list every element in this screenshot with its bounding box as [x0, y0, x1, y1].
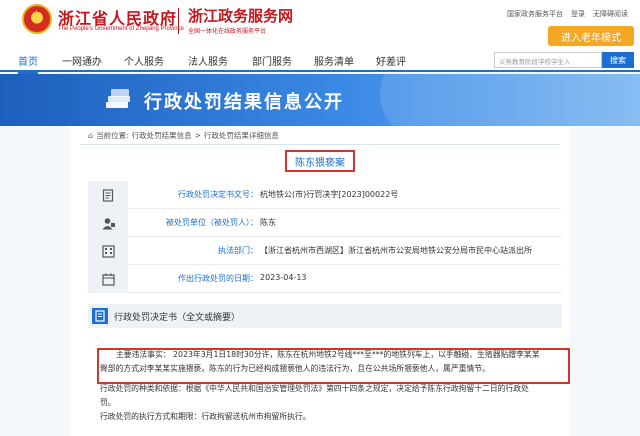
info-label: 执法部门：: [218, 246, 258, 255]
breadcrumb-divider: [80, 144, 560, 145]
info-row-date: 作出行政处罚的日期： 2023-04-13: [88, 265, 562, 293]
info-row-department: 执法部门： 【浙江省杭州市西湖区】浙江省杭州市公安局地铁公安分局市民中心站派出所: [88, 237, 562, 265]
nav-one-stop[interactable]: 一网通办: [62, 53, 102, 68]
document-icon: [88, 181, 128, 209]
page-banner: 行政处罚结果信息公开: [0, 74, 640, 126]
search-button[interactable]: 搜索: [602, 52, 634, 68]
document-stack-icon: [106, 89, 130, 108]
nav-personal[interactable]: 个人服务: [124, 53, 164, 68]
top-header: 浙江省人民政府 The People's Government of Zheji…: [0, 0, 640, 48]
service-name[interactable]: 浙江政务服务网: [188, 5, 293, 26]
nav-service-list[interactable]: 服务清单: [314, 53, 354, 68]
breadcrumb-prefix: 当前位置:: [96, 131, 129, 140]
elder-mode-button[interactable]: 进入老年模式: [548, 26, 634, 46]
decision-line-4: 罚。: [100, 398, 116, 407]
content-card: ⌂ 当前位置: 行政处罚结果信息 > 行政处罚结果详细信息 陈东猥亵案 行政处罚…: [70, 126, 570, 436]
decision-line-5: 行政处罚的执行方式和期限：行政拘留送杭州市拘留所执行。: [100, 412, 311, 421]
link-accessible[interactable]: 无障碍阅读: [593, 9, 628, 19]
info-value: 陈东: [260, 218, 276, 227]
link-login[interactable]: 登录: [571, 9, 585, 19]
breadcrumb-item-results[interactable]: 行政处罚结果信息: [132, 130, 192, 141]
document-icon: [92, 308, 108, 324]
info-row-party: 被处罚单位（被处罚人）： 陈东: [88, 209, 562, 237]
gov-subtitle: The People's Government of Zhejiang Prov…: [58, 26, 184, 32]
person-icon: [88, 209, 128, 237]
info-label: 行政处罚决定书文号：: [178, 190, 258, 199]
banner-title: 行政处罚结果信息公开: [144, 92, 344, 113]
decision-line-3: 行政处罚的种类和依据：根据《中华人民共和国治安管理处罚法》第四十四条之规定，决定…: [100, 384, 529, 393]
nav-rating[interactable]: 好差评: [376, 53, 406, 68]
home-icon: ⌂: [88, 131, 94, 140]
decision-section-header: 行政处罚决定书（全文或摘要）: [88, 304, 562, 328]
top-links: 国家政务服务平台 登录 无障碍阅读: [507, 9, 628, 19]
building-icon: [88, 237, 128, 265]
highlight-box: [97, 348, 570, 384]
info-value: 2023-04-13: [260, 273, 307, 282]
info-label: 作出行政处罚的日期：: [178, 274, 258, 283]
case-title: 陈东猥亵案: [295, 157, 345, 169]
nav-department[interactable]: 部门服务: [252, 53, 292, 68]
search-input[interactable]: 义务教育阶段学校学生入: [494, 52, 602, 68]
info-value: 杭地铁公(市)行罚决字[2023]00022号: [260, 190, 399, 199]
nav-corporate[interactable]: 法人服务: [188, 53, 228, 68]
national-emblem-icon: [22, 4, 52, 34]
service-subtitle: 全国一体化在线政务服务平台: [188, 28, 267, 35]
case-title-box: 陈东猥亵案: [285, 150, 355, 172]
header-divider: [178, 8, 179, 34]
decision-section-title: 行政处罚决定书（全文或摘要）: [114, 313, 241, 323]
nav-home[interactable]: 首页: [18, 53, 38, 74]
breadcrumb: ⌂ 当前位置: 行政处罚结果信息 > 行政处罚结果详细信息: [88, 130, 279, 141]
info-value: 【浙江省杭州市西湖区】浙江省杭州市公安局地铁公安分局市民中心站派出所: [260, 246, 532, 255]
breadcrumb-item-detail[interactable]: 行政处罚结果详细信息: [204, 130, 279, 141]
calendar-icon: [88, 265, 128, 293]
info-label: 被处罚单位（被处罚人）：: [166, 218, 258, 227]
info-row-doc-number: 行政处罚决定书文号： 杭地铁公(市)行罚决字[2023]00022号: [88, 181, 562, 209]
link-national-platform[interactable]: 国家政务服务平台: [507, 9, 563, 19]
case-info-table: 行政处罚决定书文号： 杭地铁公(市)行罚决字[2023]00022号 被处罚单位…: [88, 181, 562, 293]
breadcrumb-sep: >: [194, 131, 201, 140]
